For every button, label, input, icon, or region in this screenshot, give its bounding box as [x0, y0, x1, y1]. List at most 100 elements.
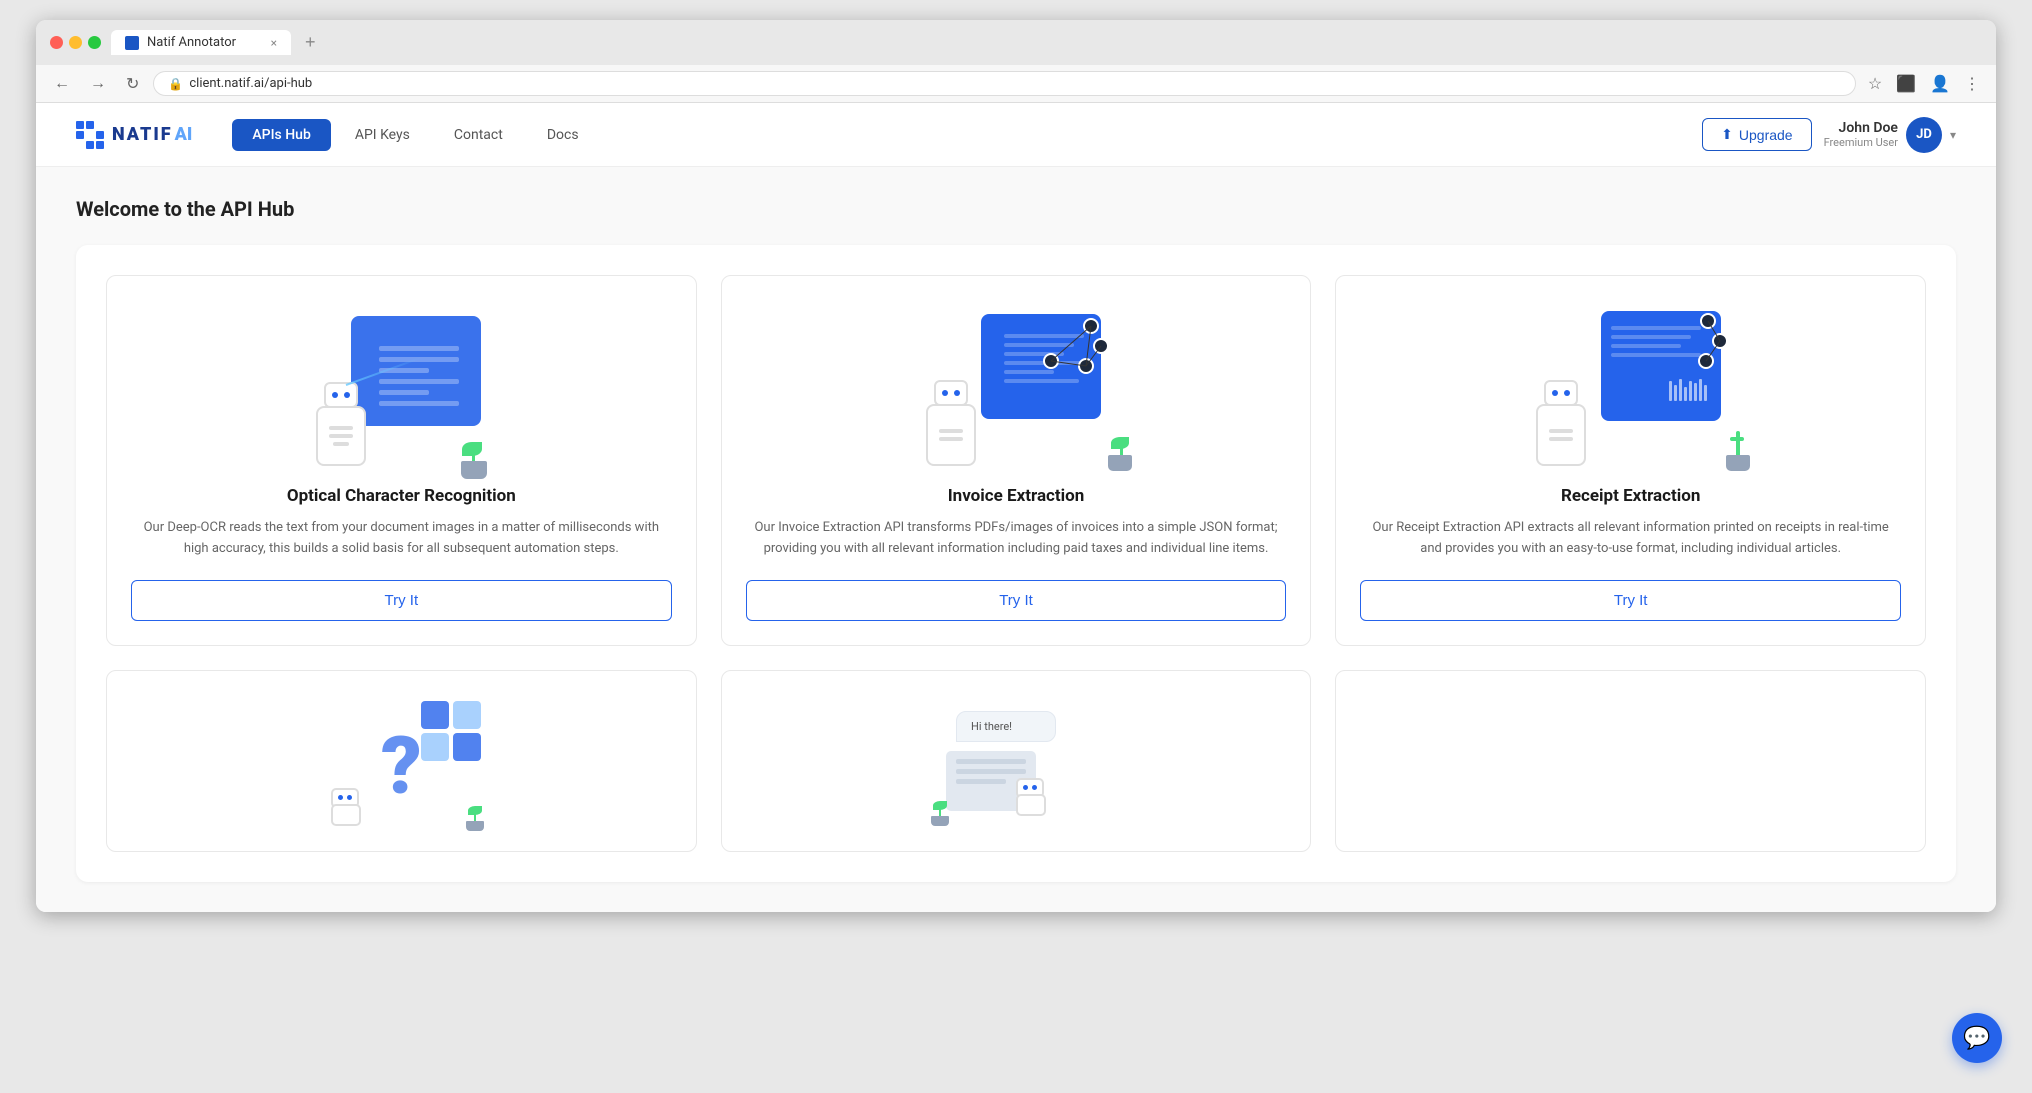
profile-icon[interactable]: 👤 [1926, 72, 1954, 95]
extensions-icon[interactable]: ⬛ [1892, 72, 1920, 95]
inv-robot-line-1 [939, 429, 963, 433]
card-classification-partial: ? [106, 670, 697, 852]
inv-robot-eye-r [954, 390, 960, 396]
chat-widget-icon: 💬 [1963, 1026, 1990, 1051]
inv-robot-line-2 [939, 437, 963, 441]
cards-grid-row2: ? [106, 670, 1926, 852]
dot-red[interactable] [50, 36, 63, 49]
classification-illustration: ? [321, 701, 481, 831]
inv-plant-leaf [1111, 437, 1129, 449]
ocr-doc-bg [351, 316, 481, 426]
refresh-button[interactable]: ↻ [120, 72, 145, 96]
receipt-try-it-button[interactable]: Try It [1360, 580, 1901, 621]
menu-icon[interactable]: ⋮ [1960, 72, 1984, 95]
browser-toolbar: ← → ↻ 🔒 client.natif.ai/api-hub ☆ ⬛ 👤 ⋮ [36, 65, 1996, 103]
chat-robot-body [1016, 794, 1046, 816]
doc-line-6 [379, 401, 459, 406]
upgrade-label: Upgrade [1739, 127, 1793, 143]
logo-ai-text: AI [175, 124, 193, 145]
address-text: client.natif.ai/api-hub [189, 76, 312, 91]
rec-robot-body [1536, 404, 1586, 466]
rec-robot-head [1544, 380, 1578, 406]
nav-link-api-keys[interactable]: API Keys [335, 119, 430, 151]
q-box-3 [421, 733, 449, 761]
receipt-illustration [1531, 306, 1731, 466]
class-eye-l [338, 795, 343, 800]
card-receipt: Receipt Extraction Our Receipt Extractio… [1335, 275, 1926, 646]
page-title: Welcome to the API Hub [76, 197, 1956, 221]
chevron-down-icon: ▾ [1950, 128, 1956, 142]
lock-icon: 🔒 [168, 77, 183, 91]
chat-doc-line-1 [956, 759, 1026, 764]
logo: NATIF AI [76, 121, 192, 149]
inv-plant-pot [1108, 455, 1132, 471]
rec-nodes-svg [1658, 309, 1728, 399]
invoice-card-name: Invoice Extraction [948, 486, 1085, 506]
dot-yellow[interactable] [69, 36, 82, 49]
receipt-card-name: Receipt Extraction [1561, 486, 1700, 506]
card-invoice: Invoice Extraction Our Invoice Extractio… [721, 275, 1312, 646]
inv-robot-body [926, 404, 976, 466]
inv-nodes [1031, 311, 1111, 415]
tab-favicon [125, 36, 139, 50]
ocr-plant [459, 431, 489, 471]
toolbar-actions: ☆ ⬛ 👤 ⋮ [1864, 72, 1984, 95]
ocr-card-desc: Our Deep-OCR reads the text from your do… [131, 518, 672, 560]
dot-green[interactable] [88, 36, 101, 49]
class-robot-body [331, 804, 361, 826]
doc-line-4 [379, 379, 459, 384]
class-eye-r [347, 795, 352, 800]
cards-grid-row1: Optical Character Recognition Our Deep-O… [106, 275, 1926, 646]
robot-chest-line-3 [333, 442, 349, 446]
ocr-try-it-button[interactable]: Try It [131, 580, 672, 621]
user-avatar: JD [1906, 117, 1942, 153]
plant-pot [461, 461, 487, 479]
inv-robot-eye-l [942, 390, 948, 396]
card-empty-partial [1335, 670, 1926, 852]
ocr-robot-head [324, 382, 358, 408]
chat-doc-line-2 [956, 769, 1026, 774]
invoice-card-desc: Our Invoice Extraction API transforms PD… [746, 518, 1287, 560]
nodes-svg [1031, 311, 1111, 411]
new-tab-button[interactable]: + [305, 32, 316, 53]
class-plant-leaf [468, 806, 482, 815]
user-info: John Doe Freemium User [1824, 120, 1898, 149]
upgrade-icon: ⬆ [1721, 126, 1733, 143]
nav-link-contact[interactable]: Contact [434, 119, 523, 151]
classification-illus-wrapper: ? [131, 691, 672, 831]
user-role: Freemium User [1824, 136, 1898, 149]
cards-wrapper: Optical Character Recognition Our Deep-O… [76, 245, 1956, 882]
address-bar[interactable]: 🔒 client.natif.ai/api-hub [153, 71, 1855, 96]
upgrade-button[interactable]: ⬆ Upgrade [1702, 118, 1811, 151]
forward-button[interactable]: → [84, 73, 112, 95]
invoice-try-it-button[interactable]: Try It [746, 580, 1287, 621]
robot-chest-line-2 [329, 434, 353, 438]
tab-title: Natif Annotator [147, 35, 236, 50]
back-button[interactable]: ← [48, 73, 76, 95]
nav-links: APIs Hub API Keys Contact Docs [232, 119, 1682, 151]
chat-support-widget[interactable]: 💬 [1952, 1013, 2002, 1063]
nav-link-docs[interactable]: Docs [527, 119, 599, 151]
chat-robot [1016, 776, 1051, 816]
ocr-robot-body [316, 406, 366, 466]
nav-right: ⬆ Upgrade John Doe Freemium User JD ▾ [1702, 117, 1956, 153]
chat-plant-pot [931, 816, 949, 826]
browser-dots [50, 36, 101, 49]
logo-natif-text: NATIF [112, 124, 173, 145]
plant-leaf [462, 442, 482, 456]
navbar: NATIF AI APIs Hub API Keys Contact Docs … [36, 103, 1996, 167]
browser-tab[interactable]: Natif Annotator × [111, 30, 291, 55]
tab-close-icon[interactable]: × [271, 36, 277, 50]
ocr-card-name: Optical Character Recognition [287, 486, 516, 506]
rec-robot-eye-r [1564, 390, 1570, 396]
user-section[interactable]: John Doe Freemium User JD ▾ [1824, 117, 1956, 153]
bookmark-star-icon[interactable]: ☆ [1864, 72, 1886, 95]
doc-line-1 [379, 346, 459, 351]
page-content: Welcome to the API Hub [36, 167, 1996, 912]
q-box-1 [421, 701, 449, 729]
chat-doc-line-3 [956, 779, 1006, 784]
card-ocr: Optical Character Recognition Our Deep-O… [106, 275, 697, 646]
q-boxes-decoration [421, 701, 481, 761]
ocr-robot-eye-right [344, 392, 350, 398]
nav-link-apis-hub[interactable]: APIs Hub [232, 119, 330, 151]
